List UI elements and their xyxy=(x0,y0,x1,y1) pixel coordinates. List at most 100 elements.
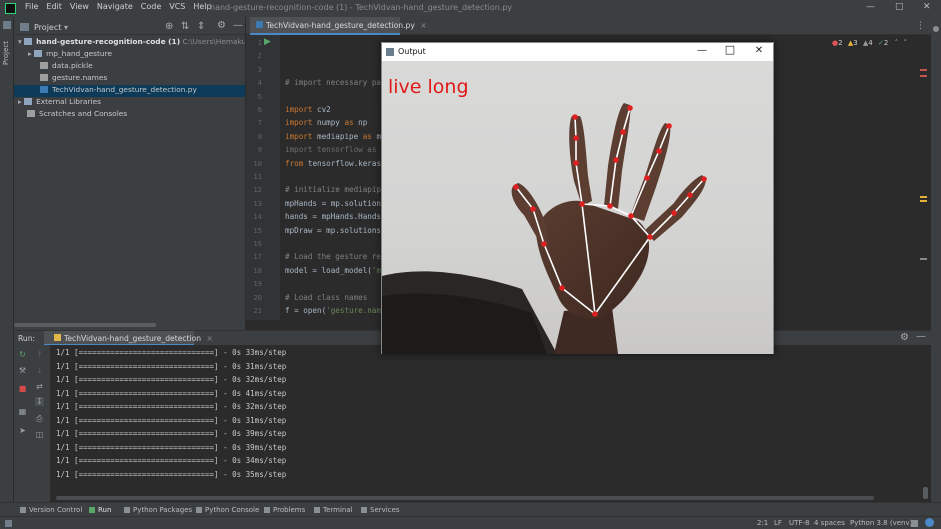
run-line-icon[interactable]: ▶ xyxy=(264,37,271,47)
weak-stripe-mark[interactable] xyxy=(920,258,927,260)
chevron-down-icon[interactable]: ˅ xyxy=(903,39,907,47)
minimize-icon[interactable]: — xyxy=(866,2,875,12)
gear-icon[interactable]: ⚙ xyxy=(900,332,909,343)
status-layout-icon[interactable] xyxy=(5,520,12,527)
tree-item-mp-hand-gesture[interactable]: ▸ mp_hand_gesture xyxy=(14,49,245,61)
wrench-icon[interactable]: ⚒ xyxy=(18,366,27,375)
project-tool-icon[interactable] xyxy=(3,21,11,29)
tree-item-external-libraries[interactable]: ▸ External Libraries xyxy=(14,97,245,109)
arrow-down-icon[interactable]: ↓ xyxy=(35,366,44,375)
console-line: 1/1 [==============================] - 0… xyxy=(56,442,287,452)
soft-wrap-icon[interactable]: ⇄ xyxy=(35,382,44,391)
menu-vcs[interactable]: VCS xyxy=(169,2,185,11)
print-icon[interactable]: ⎙ xyxy=(35,414,44,423)
tab-main-script[interactable]: TechVidvan-hand_gesture_detection.py × xyxy=(250,17,427,35)
inspection-widget[interactable]: ●2 ▲3 ▲4 ✓2 ˄ ˅ xyxy=(832,39,907,47)
python-interpreter[interactable]: Python 3.8 (venv) xyxy=(850,519,912,527)
file-icon xyxy=(40,74,48,81)
tool-python-packages[interactable]: Python Packages xyxy=(124,506,192,514)
menu-edit[interactable]: Edit xyxy=(46,2,62,11)
tab-run-config[interactable]: TechVidvan-hand_gesture_detection × xyxy=(44,331,213,346)
tool-terminal[interactable]: Terminal xyxy=(314,506,353,514)
line-number: 18 xyxy=(253,265,262,275)
gear-icon[interactable]: ⚙ xyxy=(217,20,226,31)
line-separator[interactable]: LF xyxy=(774,519,782,527)
file-encoding[interactable]: UTF-8 xyxy=(789,519,809,527)
console-hscrollbar[interactable] xyxy=(56,496,874,500)
code-line: # initialize mediapipe xyxy=(285,185,386,195)
menu-code[interactable]: Code xyxy=(141,2,161,11)
indent-setting[interactable]: 4 spaces xyxy=(814,519,845,527)
tree-root-path: C:\Users\Hemakumar\Do xyxy=(182,37,245,46)
chevron-up-icon[interactable]: ˄ xyxy=(895,39,899,47)
caret-position[interactable]: 2:1 xyxy=(757,519,768,527)
console-line: 1/1 [==============================] - 0… xyxy=(56,348,287,357)
tree-item-label: TechVidvan-hand_gesture_detection.py xyxy=(52,85,197,94)
project-view-selector[interactable]: Project xyxy=(34,23,61,32)
python-file-icon xyxy=(256,21,263,28)
menu-navigate[interactable]: Navigate xyxy=(97,2,133,11)
menu-help[interactable]: Help xyxy=(193,2,211,11)
tool-python-console[interactable]: Python Console xyxy=(196,506,259,514)
expand-all-icon[interactable]: ⇅ xyxy=(181,21,189,32)
line-number: 11 xyxy=(253,172,262,181)
lock-icon[interactable] xyxy=(911,520,918,527)
close-icon[interactable]: ✕ xyxy=(752,45,766,56)
tree-item-gesture-names[interactable]: gesture.names xyxy=(14,73,245,85)
pin-icon[interactable]: ➤ xyxy=(18,426,27,435)
tree-item-main-script[interactable]: TechVidvan-hand_gesture_detection.py xyxy=(14,85,245,97)
arrow-up-icon[interactable]: ↑ xyxy=(35,350,44,359)
locate-icon[interactable]: ⊕ xyxy=(165,21,173,32)
tool-services[interactable]: Services xyxy=(361,506,400,514)
stop-icon[interactable]: ■ xyxy=(18,384,27,393)
project-tool-label[interactable]: Project xyxy=(2,41,10,65)
line-number: 19 xyxy=(253,279,262,289)
error-stripe-mark[interactable] xyxy=(920,75,927,77)
rerun-icon[interactable]: ↻ xyxy=(18,350,27,359)
warning-stripe-mark[interactable] xyxy=(920,200,927,202)
tool-run[interactable]: Run xyxy=(89,506,111,514)
trash-icon[interactable]: ◫ xyxy=(35,430,44,439)
hide-panel-icon[interactable]: — xyxy=(916,331,926,342)
close-icon[interactable]: ✕ xyxy=(923,2,931,12)
help-icon[interactable] xyxy=(925,518,934,527)
collapse-all-icon[interactable]: ⇕ xyxy=(197,21,205,32)
project-hscrollbar[interactable] xyxy=(14,323,156,327)
minimize-icon[interactable]: — xyxy=(695,45,709,56)
error-stripe-mark[interactable] xyxy=(920,69,927,71)
tool-version-control[interactable]: Version Control xyxy=(20,506,82,514)
maximize-icon[interactable]: □ xyxy=(723,43,737,56)
menu-view[interactable]: View xyxy=(70,2,89,11)
warning-stripe-mark[interactable] xyxy=(920,196,927,198)
editor-scrollbar[interactable] xyxy=(918,35,930,320)
window-app-icon xyxy=(386,48,394,56)
layout-icon[interactable]: ▦ xyxy=(18,407,27,416)
console-vscrollbar[interactable] xyxy=(923,487,928,499)
landmark-pinky-dip xyxy=(687,192,693,198)
tree-item-root[interactable]: ▾ hand-gesture-recognition-code (1) C:\U… xyxy=(14,37,245,49)
landmark-index-pip xyxy=(573,160,579,166)
scroll-to-end-icon[interactable]: ↧ xyxy=(35,397,44,406)
chevron-right-icon[interactable]: ▸ xyxy=(18,97,22,106)
chevron-right-icon[interactable]: ▸ xyxy=(28,49,32,58)
tree-item-label: External Libraries xyxy=(36,97,102,106)
chevron-down-icon[interactable]: ▾ xyxy=(64,23,68,32)
console-line: 1/1 [==============================] - 0… xyxy=(56,429,287,438)
landmark-thumb-tip xyxy=(513,184,519,190)
more-options-icon[interactable]: ⋮ xyxy=(916,21,925,31)
run-console[interactable]: 1/1 [==============================] - 0… xyxy=(50,345,931,502)
maximize-icon[interactable]: □ xyxy=(895,2,904,12)
close-tab-icon[interactable]: × xyxy=(207,334,213,343)
menu-file[interactable]: File xyxy=(25,2,38,11)
console-line: 1/1 [==============================] - 0… xyxy=(56,415,287,425)
console-line: 1/1 [==============================] - 0… xyxy=(56,388,287,398)
output-window[interactable]: Output — □ ✕ live long xyxy=(381,42,774,354)
chevron-down-icon[interactable]: ▾ xyxy=(18,37,22,46)
tool-problems[interactable]: Problems xyxy=(264,506,305,514)
tool-window-bar: Version Control Run Python Packages Pyth… xyxy=(0,502,941,516)
tree-item-scratches[interactable]: Scratches and Consoles xyxy=(14,109,245,121)
close-tab-icon[interactable]: × xyxy=(420,21,426,30)
notifications-icon[interactable] xyxy=(933,26,939,32)
tree-item-data-pickle[interactable]: data.pickle xyxy=(14,61,245,73)
hide-panel-icon[interactable]: — xyxy=(233,20,243,31)
